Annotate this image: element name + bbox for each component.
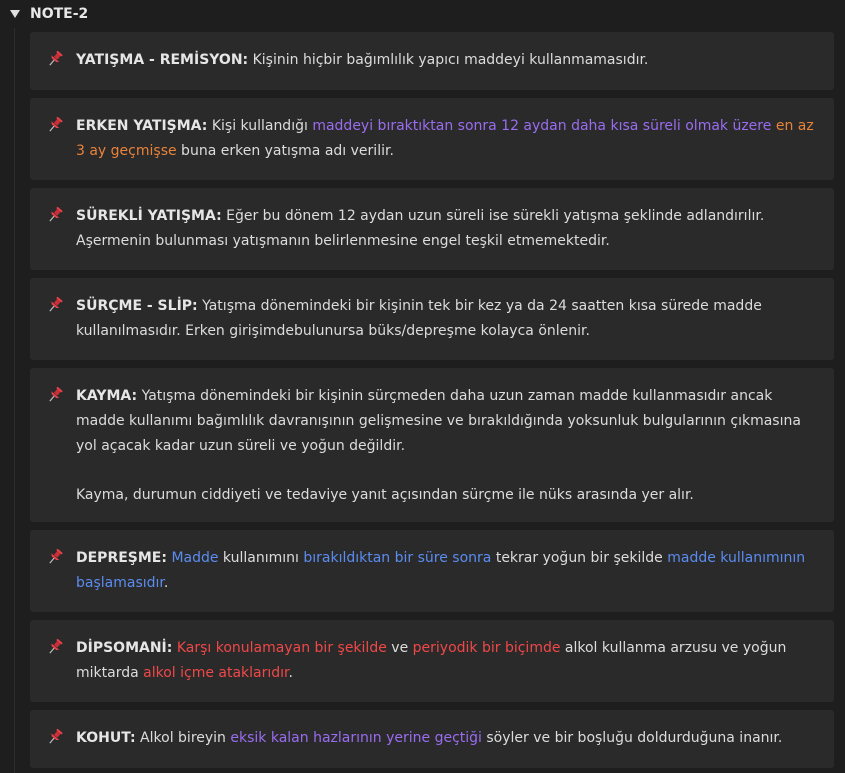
callout-text: .: [163, 575, 169, 591]
callout-term: YATIŞMA - REMİSYON: [76, 52, 243, 68]
pushpin-icon: [49, 548, 63, 564]
pushpin-icon: [49, 638, 63, 654]
note-header[interactable]: NOTE-2: [0, 0, 845, 28]
callout-term: KOHUT: [76, 730, 130, 746]
callout-text: ve: [386, 640, 413, 656]
callout-text: Kişinin hiçbir bağımlılık yapıcı maddeyi…: [248, 52, 649, 68]
callout-text: Yatışma dönemindeki bir kişinin sürçmede…: [76, 388, 801, 454]
triangle-down-icon[interactable]: [10, 10, 20, 18]
callout-term: SÜRÇME - SLİP: [76, 298, 193, 314]
callout-card: YATIŞMA - REMİSYON: Kişinin hiçbir bağım…: [30, 32, 834, 90]
callout-paragraph: Kayma, durumun ciddiyeti ve tedaviye yan…: [76, 487, 694, 503]
callout-card: DEPREŞME: Madde kullanımını bırakıldıkta…: [30, 530, 834, 612]
callout-term: DİPSOMANİ: [76, 640, 167, 656]
highlighted-text: Madde: [171, 550, 219, 566]
pushpin-icon: [49, 296, 63, 312]
callout-text: Kişi kullandığı: [207, 118, 313, 134]
callout-text: tekrar yoğun bir şekilde: [491, 550, 668, 566]
callout-card: KAYMA: Yatışma dönemindeki bir kişinin s…: [30, 368, 834, 522]
highlighted-text: eksik kalan hazlarının yerine geçtiği: [230, 730, 482, 746]
pushpin-icon: [49, 386, 63, 402]
callout-text: söyler ve bir boşluğu doldurduğuna inanı…: [481, 730, 783, 746]
highlighted-text: maddeyi bıraktıktan sonra 12 aydan daha …: [312, 118, 772, 134]
pushpin-icon: [49, 50, 63, 66]
callout-card: KOHUT: Alkol bireyin eksik kalan hazları…: [30, 710, 834, 768]
callout-text: buna erken yatışma adı verilir.: [176, 143, 394, 159]
highlighted-text: periyodik bir biçimde: [412, 640, 561, 656]
callout-text: Alkol bireyin: [135, 730, 231, 746]
pushpin-icon: [49, 116, 63, 132]
callout-term: SÜREKLİ YATIŞMA: [76, 208, 217, 224]
pushpin-icon: [49, 206, 63, 222]
callout-card: SÜRÇME - SLİP: Yatışma dönemindeki bir k…: [30, 278, 834, 360]
highlighted-text: bırakıldıktan bir süre sonra: [303, 550, 492, 566]
callout-term: KAYMA: [76, 388, 132, 404]
callout-term: DEPREŞME: [76, 550, 162, 566]
callout-text: .: [288, 665, 293, 681]
callout-card: ERKEN YATIŞMA: Kişi kullandığı maddeyi b…: [30, 98, 834, 180]
callout-term: ERKEN YATIŞMA: [76, 118, 202, 134]
callout-card: DİPSOMANİ: Karşı konulamayan bir şekilde…: [30, 620, 834, 702]
callout-text: kullanımını: [218, 550, 304, 566]
note-view: NOTE-2 YATIŞMA - REMİSYON: Kişinin hiçbi…: [0, 0, 845, 773]
highlighted-text: Karşı konulamayan bir şekilde: [176, 640, 387, 656]
indent-guide: [14, 28, 15, 773]
pushpin-icon: [49, 728, 63, 744]
highlighted-text: alkol içme ataklarıdır: [143, 665, 289, 681]
callout-card: SÜREKLİ YATIŞMA: Eğer bu dönem 12 aydan …: [30, 188, 834, 270]
note-title: NOTE-2: [30, 6, 89, 22]
